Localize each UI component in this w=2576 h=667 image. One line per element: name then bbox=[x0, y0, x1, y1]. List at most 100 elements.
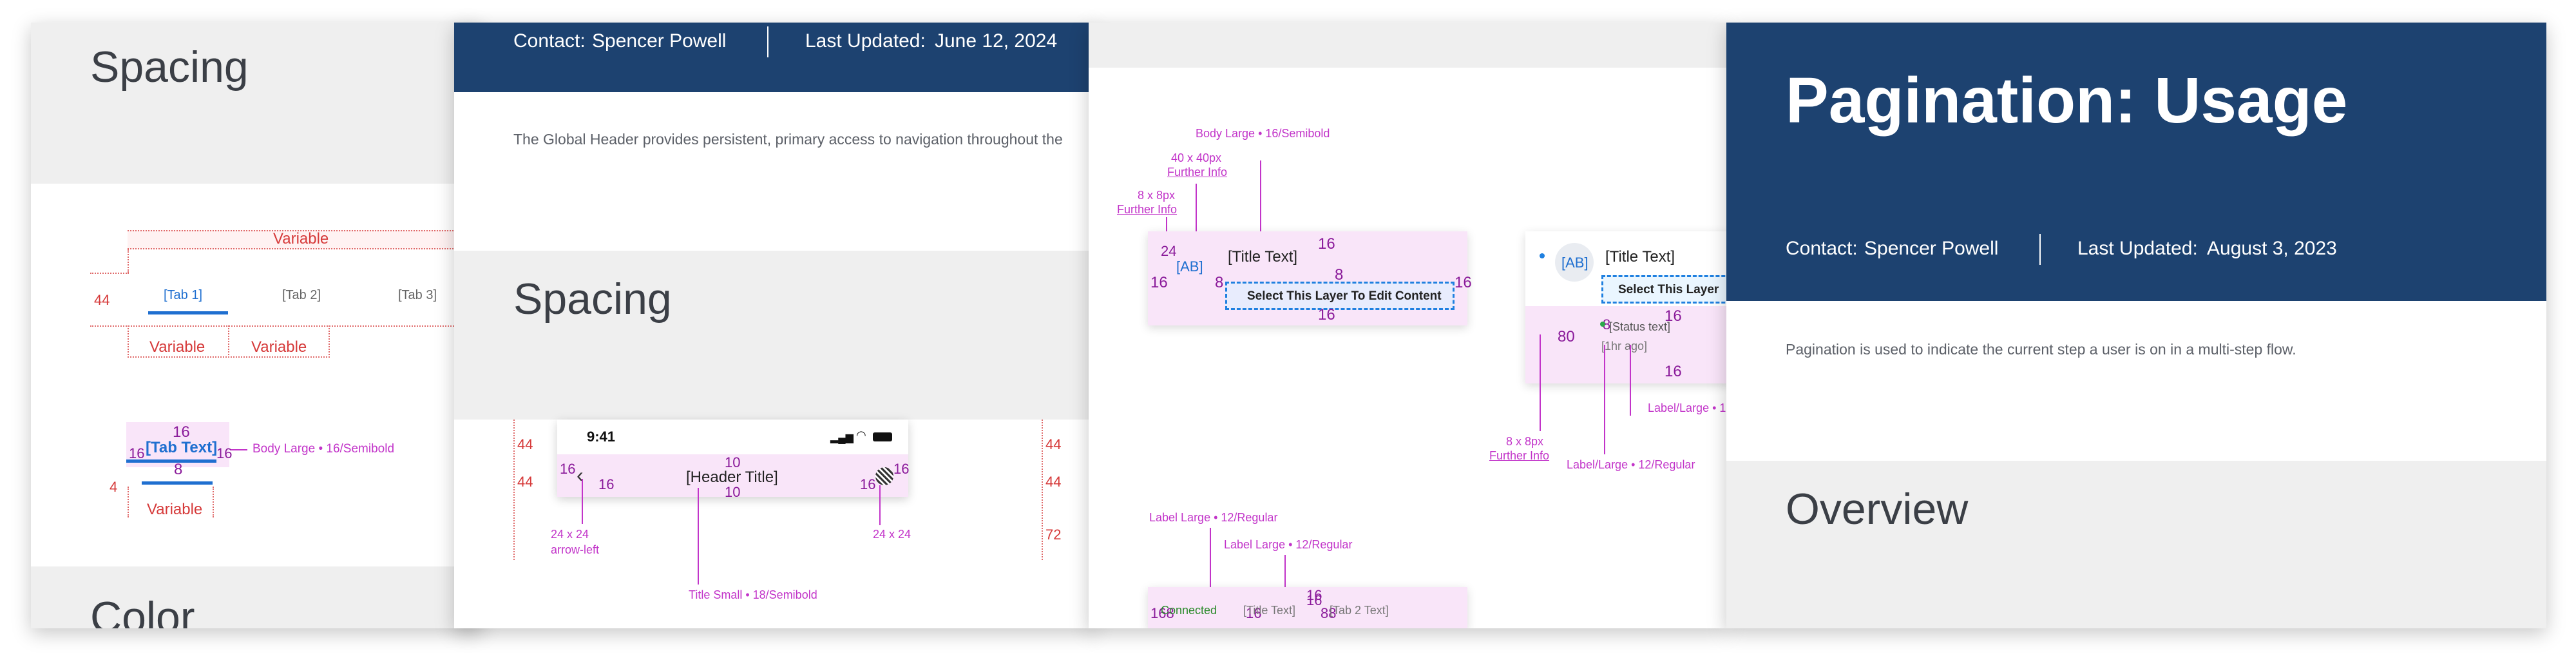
dotted-guide bbox=[128, 249, 129, 273]
measure-16: 16 bbox=[1455, 274, 1472, 291]
measure-16: 16 bbox=[1306, 592, 1322, 608]
dotted-guide bbox=[90, 273, 129, 274]
measure-16-right: 16 bbox=[216, 445, 233, 461]
measure-16: 16 bbox=[1318, 306, 1335, 324]
dotted-guide bbox=[513, 420, 515, 560]
pointer-line bbox=[1604, 345, 1605, 454]
measure-4: 4 bbox=[110, 479, 118, 495]
measure-16: 16 bbox=[560, 461, 576, 477]
spacing-header-band: Spacing bbox=[31, 23, 482, 184]
measure-72: 72 bbox=[1045, 527, 1062, 543]
select-layer-text: Select This Layer To Edit Content bbox=[1247, 289, 1442, 303]
further-info-link[interactable]: Further Info bbox=[1489, 449, 1549, 463]
global-header-card: Contact: Spencer Powell Last Updated: Ju… bbox=[454, 23, 1095, 628]
tab-3[interactable]: [Tab 3] bbox=[398, 288, 437, 303]
tab-title: [Title Text] bbox=[1243, 604, 1296, 617]
variable-label-a: Variable bbox=[149, 338, 205, 356]
dotted-guide bbox=[1042, 420, 1043, 560]
tab-2[interactable]: [Tab 2] bbox=[282, 288, 321, 303]
measure-16: 16 bbox=[860, 476, 876, 492]
measure-44: 44 bbox=[1045, 436, 1062, 452]
color-header-band: Color bbox=[31, 566, 482, 628]
tab-1-underline bbox=[148, 311, 228, 314]
measure-44: 44 bbox=[1045, 474, 1062, 490]
title-text: [Title Text] bbox=[1228, 248, 1298, 266]
avatar-icon[interactable] bbox=[875, 467, 893, 485]
spacing-header-band: Spacing bbox=[454, 251, 1095, 420]
measure-16: 16 bbox=[598, 476, 615, 492]
divider bbox=[2039, 234, 2041, 265]
title-banner: Pagination: Usage Contact: Spencer Powel… bbox=[1726, 23, 2546, 301]
measure-16: 16 bbox=[893, 461, 910, 477]
status-text: [Status text] bbox=[1609, 320, 1671, 333]
contact-name: Spencer Powell bbox=[592, 30, 727, 52]
variable-label-top: Variable bbox=[273, 230, 329, 247]
pointer-line bbox=[698, 488, 699, 585]
title-text: [Title Text] bbox=[1605, 248, 1675, 266]
updated-date: June 12, 2024 bbox=[935, 30, 1058, 52]
avatar-size: 24 x 24 bbox=[873, 528, 911, 541]
font-spec-label: Label Large • 12/Regular bbox=[1224, 538, 1353, 551]
section-title: Overview bbox=[1786, 485, 1969, 534]
info-size-40: 40 x 40px bbox=[1171, 151, 1222, 164]
measure-24: 24 bbox=[1161, 243, 1177, 259]
measure-8: 8 bbox=[174, 461, 183, 478]
measure-44: 44 bbox=[94, 292, 110, 308]
meta-bar: Contact: Spencer Powell Last Updated: Ju… bbox=[454, 23, 1095, 92]
further-info-link[interactable]: Further Info bbox=[1117, 203, 1177, 217]
pointer-line bbox=[582, 479, 583, 524]
variable-label-b: Variable bbox=[251, 338, 307, 356]
page-title: Pagination: Usage bbox=[1786, 64, 2348, 137]
avatar: [AB] bbox=[1176, 258, 1203, 275]
time-ago: [1hr ago] bbox=[1601, 340, 1648, 353]
font-spec-label: Body Large • 16/Semibold bbox=[253, 442, 395, 456]
measure-16: 16 bbox=[1318, 235, 1335, 253]
list-item-mock: 24 [AB] [Title Text] 16 16 8 8 Select Th… bbox=[1148, 231, 1472, 325]
description: Pagination is used to indicate the curre… bbox=[1786, 341, 2296, 358]
overview-band: Overview bbox=[1726, 461, 2546, 628]
spec-highlight bbox=[1148, 231, 1467, 325]
font-spec-label: Label/Large • 12/ bbox=[1648, 401, 1726, 414]
updated-label: Last Updated: bbox=[805, 30, 926, 52]
info-size-8: 8 x 8px bbox=[1138, 189, 1176, 202]
list-item-spec-card: Body Large • 16/Semibold 40 x 40px Furth… bbox=[1089, 23, 1726, 628]
variable-label-bottom: Variable bbox=[147, 501, 203, 518]
updated-date: August 3, 2023 bbox=[2207, 238, 2337, 259]
wifi-icon: ◠ bbox=[856, 429, 866, 441]
further-info-link[interactable]: Further Info bbox=[1167, 166, 1227, 179]
updated-label: Last Updated: bbox=[2077, 238, 2198, 259]
dotted-guide bbox=[213, 487, 214, 517]
status-dot bbox=[1600, 322, 1605, 327]
arrow-size: 24 x 24 bbox=[551, 528, 589, 541]
contact-label: Contact: bbox=[513, 30, 586, 52]
pointer-line bbox=[1630, 345, 1631, 416]
pointer-line bbox=[231, 449, 247, 450]
measure-80: 80 bbox=[1558, 328, 1575, 345]
spacing-card-tabs: Spacing Variable 44 [Tab 1] [Tab 2] [Tab… bbox=[31, 23, 482, 628]
section-title: Color bbox=[90, 593, 195, 628]
section-title: Spacing bbox=[513, 275, 672, 324]
measure-10: 10 bbox=[725, 484, 741, 500]
measure-16: 16 bbox=[1665, 363, 1682, 380]
measure-8: 8 bbox=[1215, 274, 1224, 291]
signal-icon: ▂▄▆ bbox=[830, 432, 854, 443]
dotted-guide bbox=[128, 487, 129, 517]
measure-44: 44 bbox=[517, 474, 533, 490]
font-spec-label: Label/Large • 12/Regular bbox=[1567, 458, 1695, 471]
description: The Global Header provides persistent, p… bbox=[513, 131, 1063, 148]
dotted-guide bbox=[329, 325, 330, 358]
dotted-guide bbox=[90, 325, 482, 327]
status-time: 9:41 bbox=[587, 429, 616, 445]
info-size-8: 8 x 8px bbox=[1506, 435, 1544, 448]
select-layer-text: Select This Layer bbox=[1618, 283, 1719, 296]
measure-168: 16 bbox=[1150, 274, 1168, 291]
top-gray-band bbox=[1089, 23, 1726, 68]
tab-underline bbox=[142, 481, 213, 485]
arrow-name: arrow-left bbox=[551, 543, 600, 556]
font-spec-label: Body Large • 16/Semibold bbox=[1196, 127, 1330, 140]
tab-1[interactable]: [Tab 1] bbox=[164, 288, 202, 303]
tab-underline bbox=[126, 459, 216, 463]
pointer-line bbox=[1540, 334, 1541, 431]
tab-2-text: [Tab 2 Text] bbox=[1330, 604, 1389, 617]
battery-icon bbox=[873, 432, 892, 441]
